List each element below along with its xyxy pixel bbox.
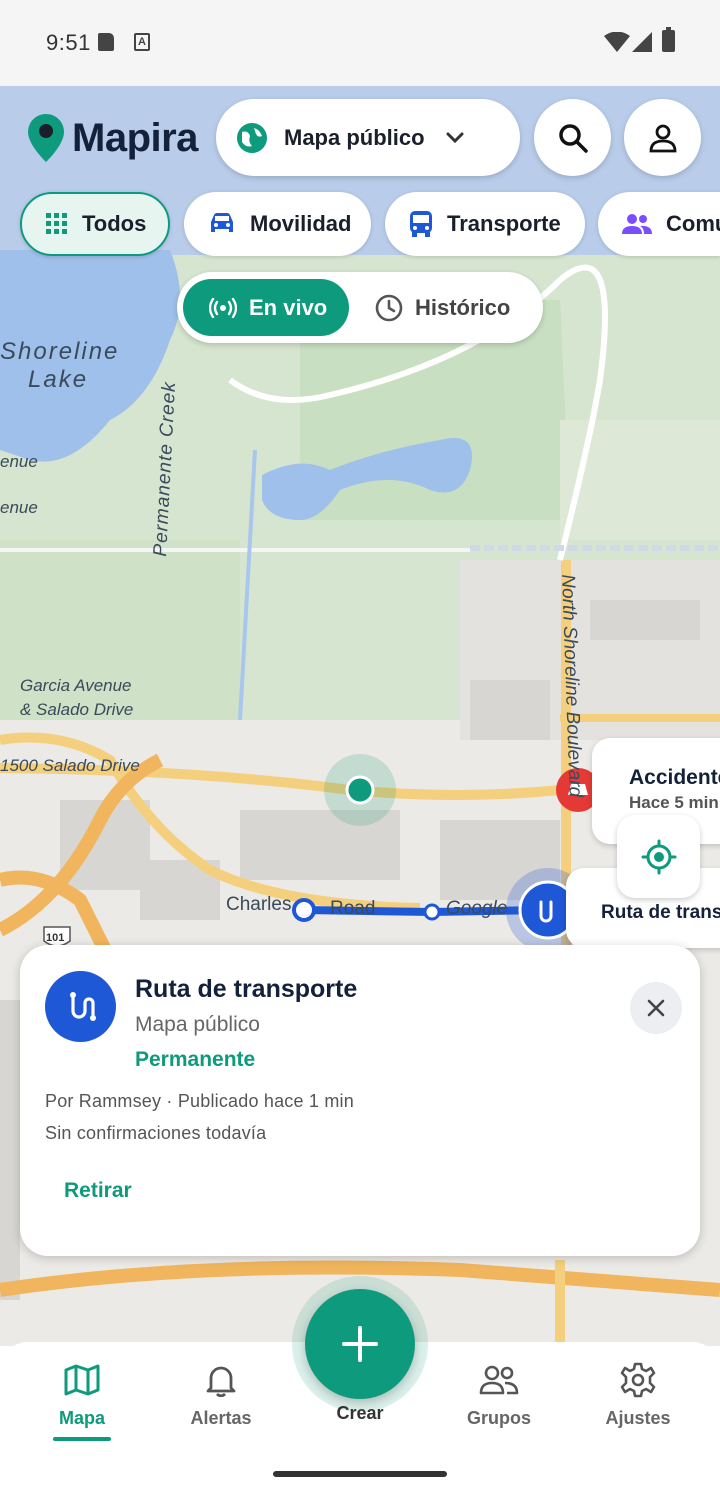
accident-title: Accidente <box>629 766 720 789</box>
detail-duration: Permanente <box>135 1048 256 1071</box>
bell-icon <box>206 1366 236 1397</box>
filter-chip-label: Comu <box>666 211 720 236</box>
grid-icon <box>46 213 68 235</box>
pin-icon <box>28 114 64 162</box>
globe-icon <box>237 122 267 153</box>
status-bar: 9:51 A <box>0 0 720 86</box>
history-mode-button[interactable]: Histórico <box>375 279 510 336</box>
gear-icon <box>620 1362 656 1398</box>
place-label-google: Google <box>446 898 508 919</box>
chevron-down-icon <box>446 132 464 144</box>
close-button[interactable] <box>630 982 682 1034</box>
route-icon <box>69 991 96 1021</box>
bus-stop-label-2: & Salado Drive <box>20 700 134 719</box>
nav-mapa[interactable]: Mapa <box>22 1360 142 1441</box>
history-mode-label: Histórico <box>415 294 511 320</box>
filter-chip-label: Movilidad <box>250 211 352 236</box>
close-icon <box>647 999 665 1017</box>
detail-confirmations: Sin confirmaciones todavía <box>45 1123 267 1143</box>
nav-ajustes-label: Ajustes <box>605 1408 671 1428</box>
battery-icon <box>662 27 675 52</box>
broadcast-icon <box>209 297 237 318</box>
filter-chip-label: Transporte <box>447 211 561 236</box>
brand: Mapira <box>28 114 198 162</box>
map-selector[interactable]: Mapa público <box>216 99 520 176</box>
search-button[interactable] <box>534 99 611 176</box>
highway-101-label: 101 <box>46 932 65 944</box>
status-time: 9:51 <box>46 30 91 55</box>
nav-mapa-label: Mapa <box>58 1408 105 1428</box>
nav-alertas[interactable]: Alertas <box>161 1360 281 1429</box>
plus-icon <box>342 1326 378 1362</box>
nav-alertas-label: Alertas <box>190 1408 252 1428</box>
nav-ajustes[interactable]: Ajustes <box>578 1360 698 1429</box>
sd-card-icon <box>98 33 114 51</box>
retirar-button[interactable]: Retirar <box>64 1179 132 1203</box>
route-mini-label: Ruta de transporte <box>601 902 720 923</box>
wifi-icon <box>604 32 630 52</box>
filter-chip-movilidad[interactable]: Movilidad <box>184 192 371 256</box>
road-label-road: Road <box>330 898 376 919</box>
cellular-icon <box>632 32 652 52</box>
detail-meta: Por Rammsey · Publicado hace 1 min <box>45 1091 354 1111</box>
live-mode-label: En vivo <box>249 294 328 320</box>
car-icon <box>208 212 236 236</box>
brand-name: Mapira <box>72 115 198 160</box>
active-indicator <box>53 1437 111 1441</box>
filter-chip-todos[interactable]: Todos <box>20 192 170 256</box>
lake-label-2: Lake <box>28 366 89 393</box>
detail-card: Ruta de transporte Mapa público Permanen… <box>20 945 700 1256</box>
bus-icon <box>409 210 433 238</box>
detail-title: Ruta de transporte <box>135 975 358 1003</box>
map-selector-label: Mapa público <box>284 124 425 150</box>
road-label-charles: Charles <box>226 894 292 915</box>
filter-chip-label: Todos <box>82 211 147 236</box>
account-icon <box>649 124 676 152</box>
bus-stop-label: Garcia Avenue <box>20 676 132 695</box>
search-icon <box>558 123 588 153</box>
street-label-avenue-1: enue <box>0 452 38 471</box>
notification-a-icon: A <box>134 33 150 51</box>
mode-toggle: En vivo Histórico <box>177 272 543 343</box>
route-avatar <box>45 971 116 1042</box>
create-button[interactable] <box>305 1289 415 1399</box>
filter-chip-transporte[interactable]: Transporte <box>385 192 585 256</box>
group-icon <box>622 213 652 235</box>
clock-icon <box>375 294 403 322</box>
accident-time: Hace 5 min <box>629 793 719 812</box>
home-indicator[interactable] <box>273 1471 447 1477</box>
nav-crear-label: Crear <box>336 1403 384 1423</box>
street-label-avenue-2: enue <box>0 498 38 517</box>
filter-chip-comunidad[interactable]: Comu <box>598 192 720 256</box>
lake-label: Shoreline <box>0 338 120 365</box>
detail-map: Mapa público <box>135 1013 260 1036</box>
locate-me-button[interactable] <box>617 815 700 898</box>
live-mode-button[interactable]: En vivo <box>183 279 349 336</box>
group-icon <box>479 1365 519 1395</box>
map-icon <box>64 1364 100 1396</box>
address-label: 1500 Salado Drive <box>0 756 140 775</box>
crosshair-icon <box>641 839 676 874</box>
nav-grupos-label: Grupos <box>466 1408 531 1428</box>
account-button[interactable] <box>624 99 701 176</box>
nav-grupos[interactable]: Grupos <box>439 1360 559 1429</box>
